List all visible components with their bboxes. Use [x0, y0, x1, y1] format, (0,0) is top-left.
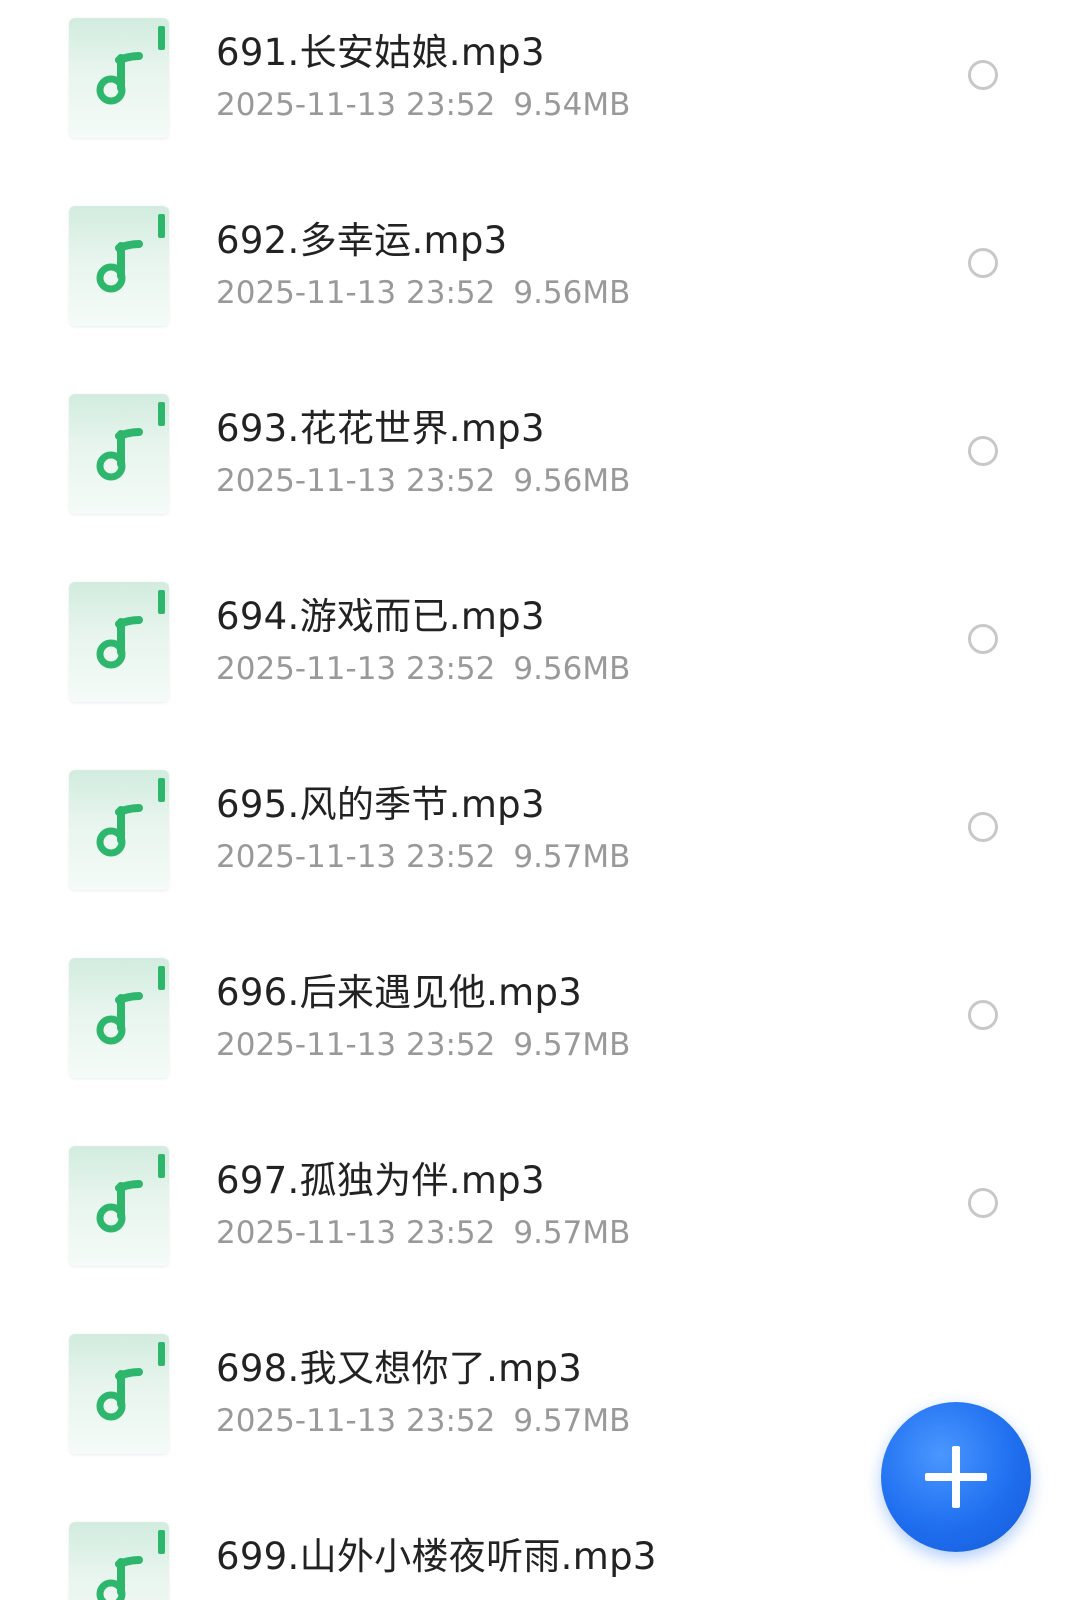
file-size: 9.56MB: [513, 275, 631, 311]
music-file-icon: [69, 206, 169, 326]
file-date: 2025-11-13 23:52: [216, 275, 496, 311]
file-size: 9.56MB: [513, 463, 631, 499]
file-row[interactable]: 691.长安姑娘.mp3 2025-11-13 23:52 9.54MB: [0, 18, 1080, 168]
file-row[interactable]: 696.后来遇见他.mp3 2025-11-13 23:52 9.57MB: [0, 958, 1080, 1108]
file-meta: 2025-11-13 23:52 9.57MB: [216, 1215, 630, 1251]
music-file-icon: [69, 582, 169, 702]
file-date: 2025-11-13 23:52: [216, 87, 496, 123]
select-radio[interactable]: [968, 812, 998, 842]
file-name: 693.花花世界.mp3: [216, 407, 545, 450]
music-file-icon: [69, 1334, 169, 1454]
file-row[interactable]: 695.风的季节.mp3 2025-11-13 23:52 9.57MB: [0, 770, 1080, 920]
music-file-icon: [69, 1146, 169, 1266]
select-radio[interactable]: [968, 1188, 998, 1218]
file-meta: 2025-11-13 23:52 9.56MB: [216, 463, 630, 499]
select-radio[interactable]: [968, 1000, 998, 1030]
file-date: 2025-11-13 23:52: [216, 1027, 496, 1063]
select-radio[interactable]: [968, 436, 998, 466]
file-name: 697.孤独为伴.mp3: [216, 1159, 545, 1202]
file-name: 698.我又想你了.mp3: [216, 1347, 583, 1390]
file-size: 9.54MB: [513, 87, 631, 123]
file-size: 9.57MB: [513, 1403, 631, 1439]
file-row[interactable]: 692.多幸运.mp3 2025-11-13 23:52 9.56MB: [0, 206, 1080, 356]
music-file-icon: [69, 1522, 169, 1600]
file-meta: 2025-11-13 23:52 9.56MB: [216, 651, 630, 687]
file-meta: 2025-11-13 23:52 9.54MB: [216, 87, 630, 123]
file-date: 2025-11-13 23:52: [216, 1403, 496, 1439]
add-button[interactable]: [881, 1402, 1031, 1552]
file-size: 9.57MB: [513, 1215, 631, 1251]
select-radio[interactable]: [968, 624, 998, 654]
file-row[interactable]: 694.游戏而已.mp3 2025-11-13 23:52 9.56MB: [0, 582, 1080, 732]
music-file-icon: [69, 394, 169, 514]
file-name: 699.山外小楼夜听雨.mp3: [216, 1535, 657, 1578]
file-meta: 2025-11-13 23:52 9.57MB: [216, 1027, 630, 1063]
file-name: 692.多幸运.mp3: [216, 219, 508, 262]
file-date: 2025-11-13 23:52: [216, 463, 496, 499]
file-meta: 2025-11-13 23:52 9.57MB: [216, 839, 630, 875]
file-meta: 2025-11-13 23:52 9.57MB: [216, 1403, 630, 1439]
file-list: 691.长安姑娘.mp3 2025-11-13 23:52 9.54MB 692.…: [0, 0, 1080, 1600]
file-name: 694.游戏而已.mp3: [216, 595, 545, 638]
music-file-icon: [69, 958, 169, 1078]
file-date: 2025-11-13 23:52: [216, 651, 496, 687]
file-size: 9.56MB: [513, 651, 631, 687]
file-row[interactable]: 697.孤独为伴.mp3 2025-11-13 23:52 9.57MB: [0, 1146, 1080, 1296]
music-file-icon: [69, 770, 169, 890]
file-meta: 2025-11-13 23:52 9.56MB: [216, 275, 630, 311]
file-name: 695.风的季节.mp3: [216, 783, 545, 826]
file-date: 2025-11-13 23:52: [216, 839, 496, 875]
file-size: 9.57MB: [513, 1027, 631, 1063]
file-name: 696.后来遇见他.mp3: [216, 971, 583, 1014]
file-size: 9.57MB: [513, 839, 631, 875]
select-radio[interactable]: [968, 248, 998, 278]
file-name: 691.长安姑娘.mp3: [216, 31, 545, 74]
music-file-icon: [69, 18, 169, 138]
select-radio[interactable]: [968, 60, 998, 90]
file-row[interactable]: 693.花花世界.mp3 2025-11-13 23:52 9.56MB: [0, 394, 1080, 544]
file-date: 2025-11-13 23:52: [216, 1215, 496, 1251]
